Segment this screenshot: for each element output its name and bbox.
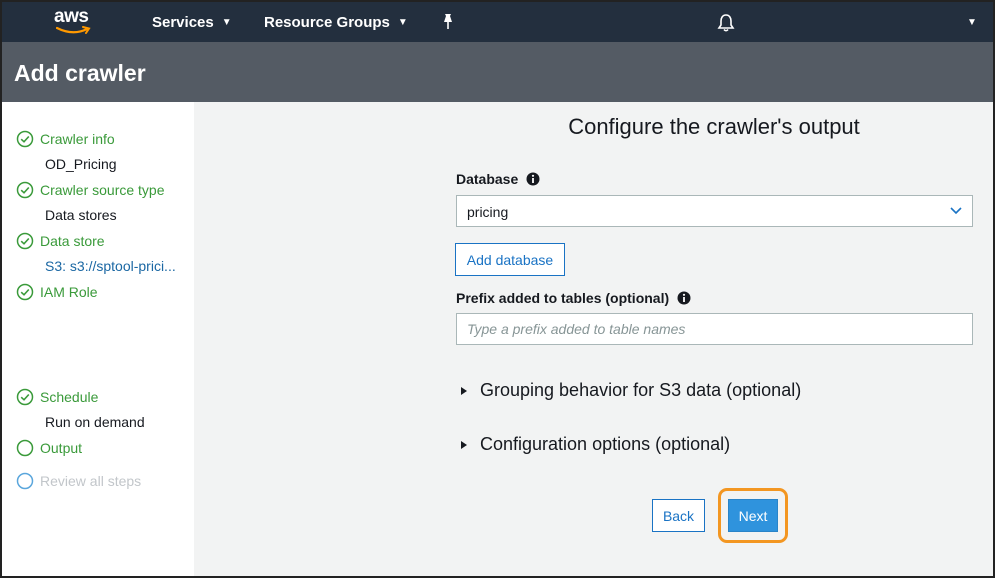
step-detail: Data stores xyxy=(45,207,117,223)
chevron-down-icon: ▼ xyxy=(397,17,408,28)
database-field-label: Database xyxy=(456,171,540,187)
check-circle-icon xyxy=(16,181,34,199)
step-label: Crawler info xyxy=(40,131,115,147)
database-select-value: pricing xyxy=(467,204,509,220)
empty-circle-icon xyxy=(16,439,34,457)
step-detail: OD_Pricing xyxy=(45,156,117,172)
step-crawler-source-type[interactable]: Crawler source type xyxy=(16,180,165,200)
database-label-text: Database xyxy=(456,171,519,187)
step-label: Schedule xyxy=(40,389,99,405)
step-label: Data store xyxy=(40,233,105,249)
prefix-field-label: Prefix added to tables (optional) xyxy=(456,290,691,306)
services-menu[interactable]: Services ▼ xyxy=(152,14,232,31)
grouping-behavior-expander[interactable]: Grouping behavior for S3 data (optional) xyxy=(460,380,801,401)
pin-icon[interactable] xyxy=(440,13,456,31)
main-content: Configure the crawler's output Database … xyxy=(194,102,993,576)
step-crawler-info[interactable]: Crawler info xyxy=(16,129,115,149)
next-button[interactable]: Next xyxy=(728,499,778,532)
section-title: Configure the crawler's output xyxy=(568,114,860,139)
step-schedule[interactable]: Schedule xyxy=(16,387,98,407)
grouping-behavior-label: Grouping behavior for S3 data (optional) xyxy=(480,380,802,400)
aws-logo-text: aws xyxy=(54,6,89,27)
step-detail: Run on demand xyxy=(45,414,145,430)
step-label: Review all steps xyxy=(40,473,142,489)
chevron-down-icon xyxy=(950,207,962,215)
step-data-store[interactable]: Data store xyxy=(16,231,105,251)
wizard-steps-sidebar: Crawler info OD_Pricing Crawler source t… xyxy=(2,102,194,576)
step-label: Crawler source type xyxy=(40,182,165,198)
aws-logo[interactable]: aws xyxy=(54,6,98,36)
configuration-options-expander[interactable]: Configuration options (optional) xyxy=(460,434,730,455)
empty-circle-icon xyxy=(16,472,34,490)
step-detail-link[interactable]: S3: s3://sptool-prici... xyxy=(45,258,185,274)
check-circle-icon xyxy=(16,283,34,301)
step-iam-role[interactable]: IAM Role xyxy=(16,282,98,302)
resource-groups-menu[interactable]: Resource Groups ▼ xyxy=(264,14,408,31)
prefix-label-text: Prefix added to tables (optional) xyxy=(456,290,670,306)
caret-right-icon xyxy=(461,386,467,395)
chevron-down-icon: ▼ xyxy=(221,17,232,28)
database-select[interactable]: pricing xyxy=(456,195,973,227)
check-circle-icon xyxy=(16,388,34,406)
caret-right-icon xyxy=(461,440,467,449)
aws-smile-icon xyxy=(56,26,91,34)
info-icon[interactable] xyxy=(677,291,691,305)
table-prefix-input[interactable] xyxy=(456,313,973,345)
check-circle-icon xyxy=(16,232,34,250)
services-menu-label: Services xyxy=(152,14,214,31)
add-database-button[interactable]: Add database xyxy=(455,243,565,276)
back-button[interactable]: Back xyxy=(652,499,705,532)
account-menu-chevron-icon[interactable]: ▼ xyxy=(967,17,977,28)
page-header: Add crawler xyxy=(2,42,993,102)
step-output[interactable]: Output xyxy=(16,438,82,458)
step-label: IAM Role xyxy=(40,284,98,300)
bell-icon[interactable] xyxy=(716,13,736,33)
step-review-all-steps: Review all steps xyxy=(16,471,141,491)
top-nav: aws Services ▼ Resource Groups ▼ ▼ xyxy=(2,2,993,42)
check-circle-icon xyxy=(16,130,34,148)
info-icon[interactable] xyxy=(526,172,540,186)
app-frame: aws Services ▼ Resource Groups ▼ ▼ Add cra… xyxy=(0,0,995,578)
resource-groups-menu-label: Resource Groups xyxy=(264,14,390,31)
page-title: Add crawler xyxy=(14,60,146,86)
configuration-options-label: Configuration options (optional) xyxy=(480,434,731,454)
step-label: Output xyxy=(40,440,83,456)
